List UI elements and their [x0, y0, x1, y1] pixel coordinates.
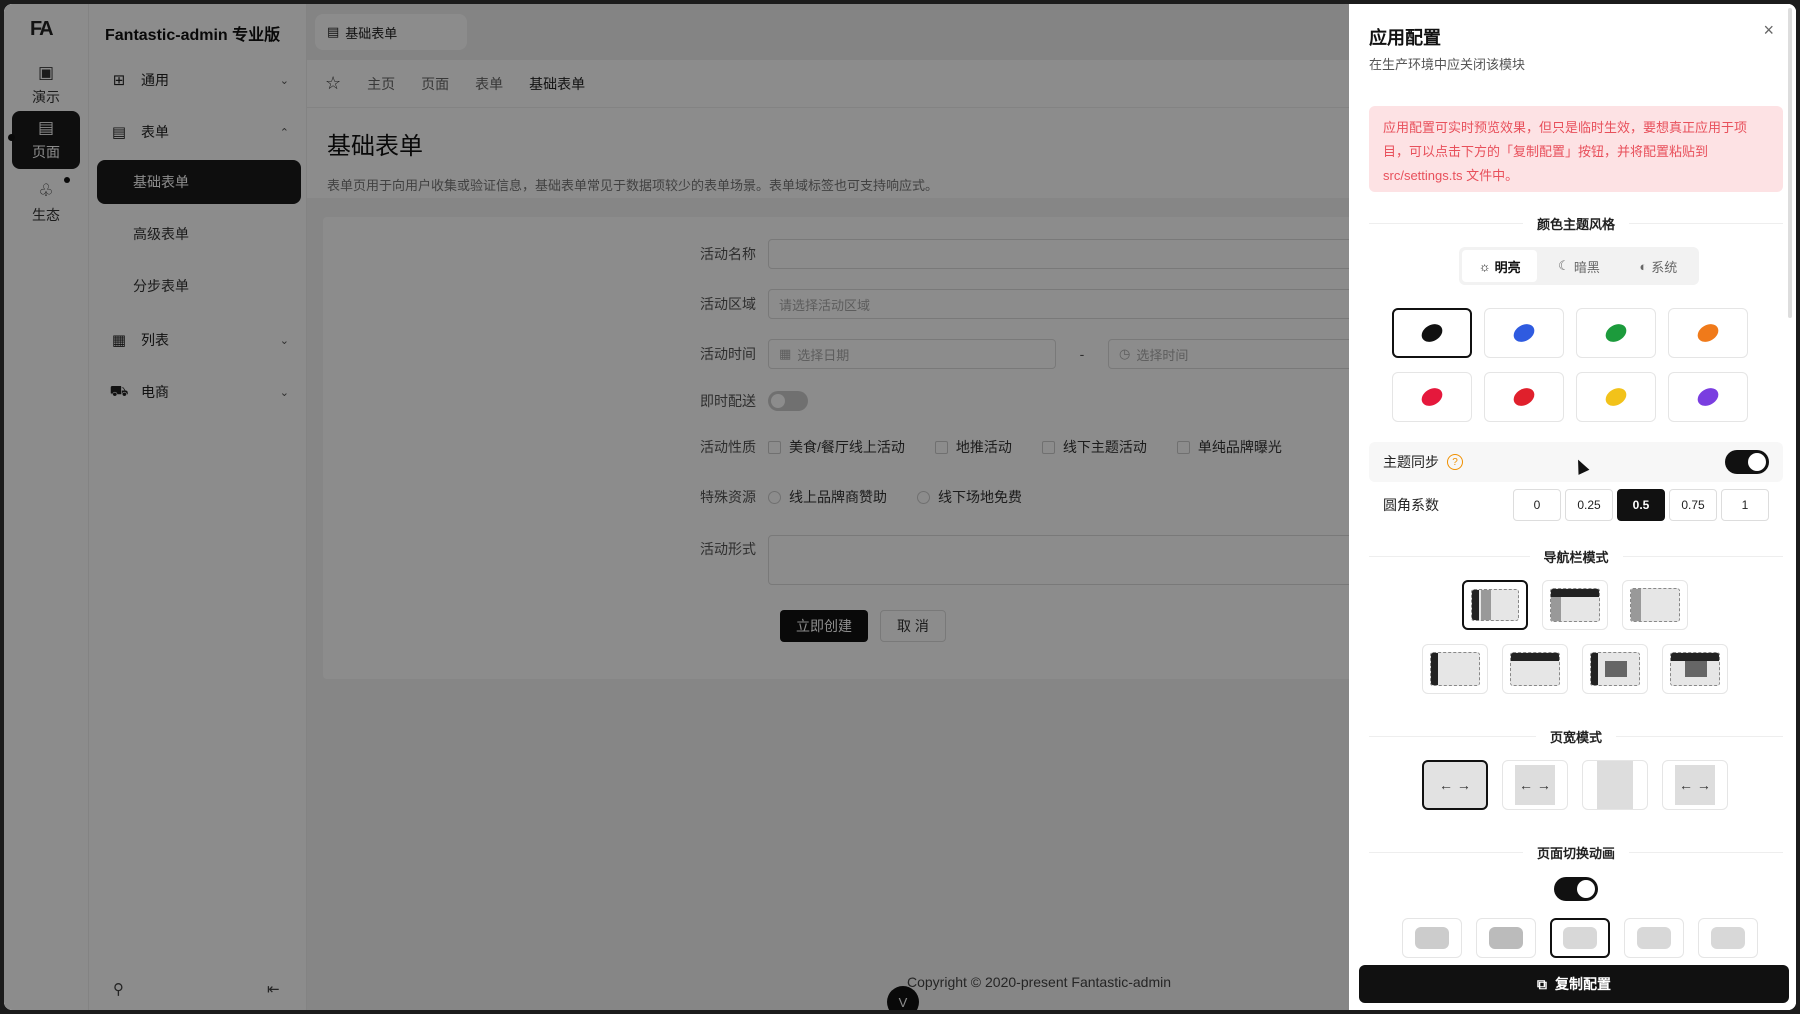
swatch-color — [1694, 384, 1722, 410]
width-mode-adaption[interactable]: ← → — [1422, 760, 1488, 810]
mode-label: 系统 — [1651, 259, 1678, 275]
section-title-width-mode: 页宽模式 — [1369, 727, 1783, 746]
radius-option[interactable]: 1 — [1721, 489, 1769, 521]
theme-sync-toggle[interactable] — [1725, 450, 1769, 474]
radius-option[interactable]: 0.75 — [1669, 489, 1717, 521]
theme-mode-segmented: ☼ 明亮 ☾ 暗黑 ◐ 系统 — [1459, 247, 1699, 285]
center-block-icon — [1597, 761, 1633, 809]
width-mode-center[interactable] — [1582, 760, 1648, 810]
nav-mode-side-block[interactable] — [1582, 644, 1648, 694]
page-animation-toggle[interactable] — [1554, 877, 1598, 901]
mode-dark[interactable]: ☾ 暗黑 — [1541, 250, 1616, 282]
section-title: 导航栏模式 — [1543, 550, 1609, 565]
color-swatch[interactable] — [1668, 372, 1748, 422]
help-icon[interactable]: ? — [1447, 454, 1463, 470]
radius-option[interactable]: 0 — [1513, 489, 1561, 521]
animation-slide-right[interactable] — [1550, 918, 1610, 958]
mode-label: 明亮 — [1494, 259, 1521, 275]
nav-mode-single[interactable] — [1622, 580, 1688, 630]
nav-mode-side-split[interactable] — [1462, 580, 1528, 630]
button-label: 复制配置 — [1555, 976, 1611, 992]
drawer-title: 应用配置 — [1369, 28, 1441, 48]
modal-overlay[interactable] — [4, 4, 1353, 1010]
swatch-color — [1418, 320, 1446, 346]
swatch-color — [1510, 320, 1538, 346]
copy-config-button[interactable]: ⧉ 复制配置 — [1359, 965, 1789, 1003]
half-circle-icon: ◐ — [1639, 258, 1648, 274]
section-title: 页面切换动画 — [1537, 846, 1616, 861]
swatch-color — [1602, 384, 1630, 410]
nav-mode-head-only[interactable] — [1502, 644, 1568, 694]
mode-system[interactable]: ◐ 系统 — [1621, 250, 1696, 282]
section-title-page-animation: 页面切换动画 — [1369, 843, 1783, 862]
arrows-horizontal-icon: ← → — [1515, 765, 1555, 805]
nav-mode-side-only[interactable] — [1422, 644, 1488, 694]
app-window: FA ▣ 演示 ▤ 页面 ♧ 生态 Fantastic-admin 专业版 ⊞ … — [4, 4, 1796, 1010]
animation-slide-bottom[interactable] — [1698, 918, 1758, 958]
radius-row: 圆角系数 0 0.25 0.5 0.75 1 — [1369, 485, 1783, 525]
info-alert: 应用配置可实时预览效果，但只是临时生效，要想真正应用于项目，可以点击下方的「复制… — [1369, 106, 1783, 192]
radius-option[interactable]: 0.25 — [1565, 489, 1613, 521]
swatch-color — [1418, 384, 1446, 410]
drawer-scrollbar[interactable] — [1788, 8, 1792, 318]
nav-mode-head-side[interactable] — [1542, 580, 1608, 630]
radius-option[interactable]: 0.5 — [1617, 489, 1665, 521]
color-swatch[interactable] — [1668, 308, 1748, 358]
radius-options: 0 0.25 0.5 0.75 1 — [1513, 489, 1769, 521]
close-icon[interactable]: × — [1763, 20, 1774, 41]
section-title-color-theme: 颜色主题风格 — [1369, 214, 1783, 233]
animation-fade[interactable] — [1402, 918, 1462, 958]
color-swatch[interactable] — [1576, 308, 1656, 358]
section-title: 页宽模式 — [1550, 730, 1603, 745]
sun-icon: ☼ — [1478, 258, 1491, 274]
section-title: 颜色主题风格 — [1537, 217, 1616, 232]
color-swatch[interactable] — [1484, 308, 1564, 358]
arrows-horizontal-icon: ← → — [1675, 765, 1715, 805]
mode-label: 暗黑 — [1573, 259, 1600, 275]
moon-icon: ☾ — [1558, 258, 1570, 273]
color-swatch[interactable] — [1484, 372, 1564, 422]
copy-icon: ⧉ — [1537, 975, 1547, 992]
drawer-subtitle: 在生产环境中应关闭该模块 — [1369, 57, 1526, 72]
setting-label: 圆角系数 — [1383, 497, 1439, 513]
width-mode-adaption-min[interactable]: ← → — [1502, 760, 1568, 810]
swatch-color — [1510, 384, 1538, 410]
nav-mode-head-block[interactable] — [1662, 644, 1728, 694]
setting-label: 主题同步 — [1383, 454, 1439, 470]
color-swatch[interactable] — [1576, 372, 1656, 422]
arrows-horizontal-icon: ← → — [1439, 777, 1471, 793]
section-title-nav-mode: 导航栏模式 — [1369, 547, 1783, 566]
swatch-color — [1694, 320, 1722, 346]
swatch-color — [1602, 320, 1630, 346]
settings-drawer: 应用配置 在生产环境中应关闭该模块 × 应用配置可实时预览效果，但只是临时生效，… — [1349, 4, 1796, 1010]
mode-light[interactable]: ☼ 明亮 — [1462, 250, 1538, 282]
color-swatch[interactable] — [1392, 372, 1472, 422]
animation-slide-left[interactable] — [1476, 918, 1536, 958]
color-swatch[interactable] — [1392, 308, 1472, 358]
width-mode-center-max[interactable]: ← → — [1662, 760, 1728, 810]
animation-slide-top[interactable] — [1624, 918, 1684, 958]
